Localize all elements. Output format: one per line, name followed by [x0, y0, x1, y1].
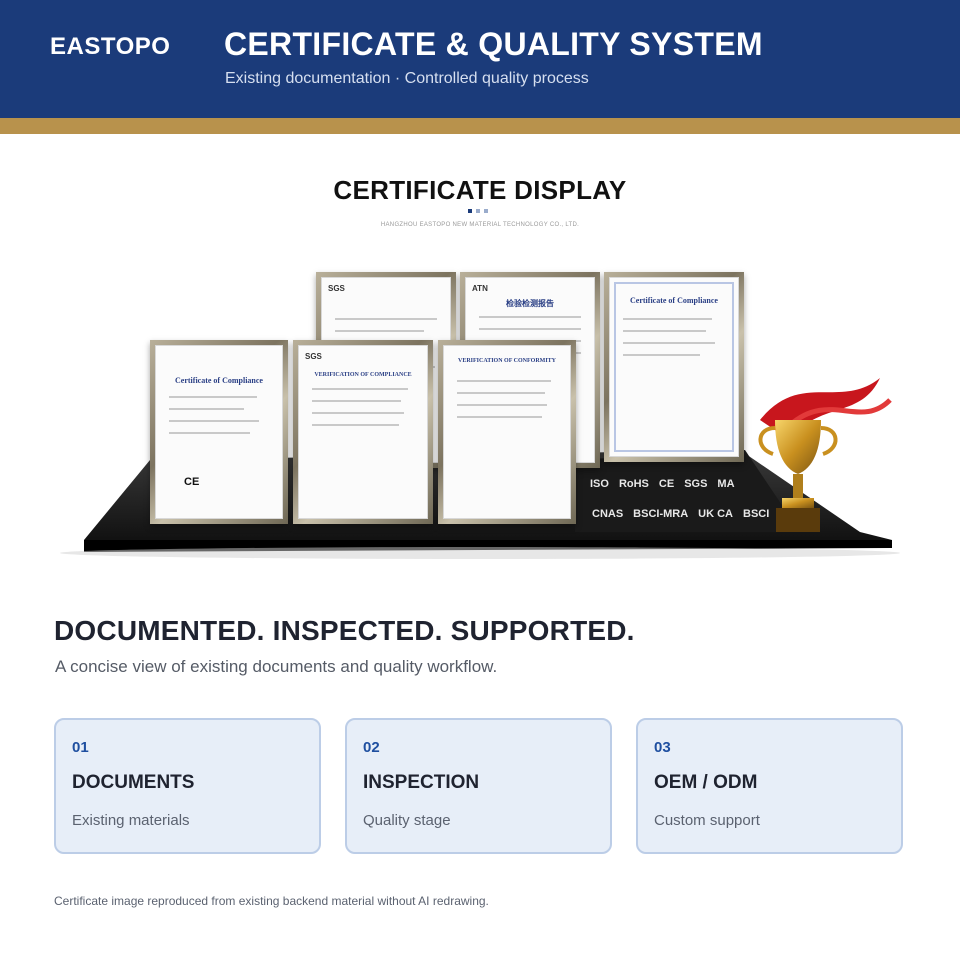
page-subtitle: Existing documentation · Controlled qual…: [225, 70, 589, 87]
certification-logos-row-2: CNAS BSCI-MRA UK CA BSCI: [592, 508, 769, 520]
iso-logo-icon: ISO: [590, 478, 609, 490]
ukca-logo-icon: UK CA: [698, 508, 734, 520]
card-number: 02: [363, 739, 380, 756]
ma-logo-icon: MA: [717, 478, 735, 490]
cnas-logo-icon: CNAS: [592, 508, 624, 520]
footnote: Certificate image reproduced from existi…: [54, 894, 489, 908]
mra-logo-icon: BSCI-MRA: [633, 508, 689, 520]
decorative-dots: [468, 209, 488, 213]
card-title: DOCUMENTS: [72, 772, 195, 793]
certificate-showcase-image: SGS ATN 检验检测报告 Certificate of Compliance: [0, 250, 960, 580]
card-description: Quality stage: [363, 812, 451, 829]
card-title: INSPECTION: [363, 772, 480, 793]
card-inspection: 02 INSPECTION Quality stage: [345, 718, 612, 854]
bsci-logo-icon: BSCI: [743, 508, 770, 520]
top-banner: EASTOPO CERTIFICATE & QUALITY SYSTEM Exi…: [0, 0, 960, 118]
ce-logo-icon: CE: [658, 478, 675, 490]
section-title: DOCUMENTED. INSPECTED. SUPPORTED.: [54, 615, 635, 646]
certificate-compliance-ce: Certificate of Compliance CE: [150, 340, 288, 524]
gold-divider: [0, 118, 960, 134]
certificate-verification-conformity: VERIFICATION OF CONFORMITY: [438, 340, 576, 524]
card-description: Custom support: [654, 812, 760, 829]
card-number: 01: [72, 739, 89, 756]
certificate-display-title: CERTIFICATE DISPLAY: [333, 175, 627, 205]
section-subtitle: A concise view of existing documents and…: [55, 657, 498, 676]
card-title: OEM / ODM: [654, 772, 758, 793]
company-name: HANGZHOU EASTOPO NEW MATERIAL TECHNOLOGY…: [380, 222, 580, 228]
sgs-logo-icon: SGS: [684, 478, 708, 490]
certification-logos-row-1: ISO RoHS CE SGS MA: [590, 478, 735, 490]
card-oem-odm: 03 OEM / ODM Custom support: [636, 718, 903, 854]
certificate-verification-compliance: SGS VERIFICATION OF COMPLIANCE: [293, 340, 433, 524]
page-title: CERTIFICATE & QUALITY SYSTEM: [224, 26, 763, 62]
card-number: 03: [654, 739, 671, 756]
card-description: Existing materials: [72, 812, 190, 829]
certificate-compliance-right: Certificate of Compliance: [604, 272, 744, 462]
brand-logo-text[interactable]: EASTOPO: [50, 33, 170, 61]
card-documents: 01 DOCUMENTS Existing materials: [54, 718, 321, 854]
rohs-logo-icon: RoHS: [618, 478, 649, 490]
